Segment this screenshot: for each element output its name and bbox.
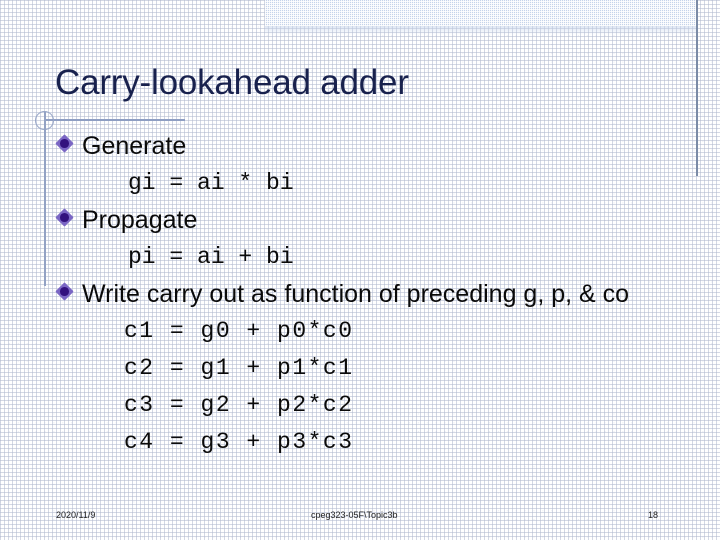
list-item: Generate (0, 128, 720, 165)
diamond-bullet-icon (55, 134, 76, 155)
list-item-label: Write carry out as function of preceding… (82, 280, 630, 308)
footer-path: cpeg323-05F\Topic3b (311, 510, 398, 520)
slide-footer: 2020/11/9 cpeg323-05F\Topic3b 18 (0, 508, 720, 528)
carry-equation-line: c3 = g2 + p2*c2 (124, 392, 354, 418)
slide-title: Carry-lookahead adder (55, 63, 409, 102)
header-decoration-band-fade (265, 26, 697, 35)
header-decoration-band (265, 0, 697, 26)
carry-equation-line: c1 = g0 + p0*c0 (124, 318, 354, 344)
list-item-label: Generate (82, 132, 187, 160)
footer-page-number: 18 (648, 510, 659, 520)
diamond-bullet-icon (55, 208, 76, 229)
list-item-label: Propagate (82, 206, 198, 234)
formula-line: pi = ai + bi (128, 244, 294, 270)
list-item: Propagate (0, 202, 720, 239)
formula-line: gi = ai * bi (128, 170, 294, 196)
footer-date: 2020/11/9 (56, 510, 96, 520)
carry-equation-line: c4 = g3 + p3*c3 (124, 429, 354, 455)
list-item: Write carry out as function of preceding… (0, 276, 720, 313)
carry-equation-line: c2 = g1 + p1*c1 (124, 355, 354, 381)
slide-canvas: Carry-lookahead adder Generate gi = ai *… (0, 0, 720, 540)
title-underline (44, 119, 185, 121)
slide-body: Generate gi = ai * bi Propagate pi = ai … (0, 128, 720, 461)
diamond-bullet-icon (55, 282, 76, 303)
